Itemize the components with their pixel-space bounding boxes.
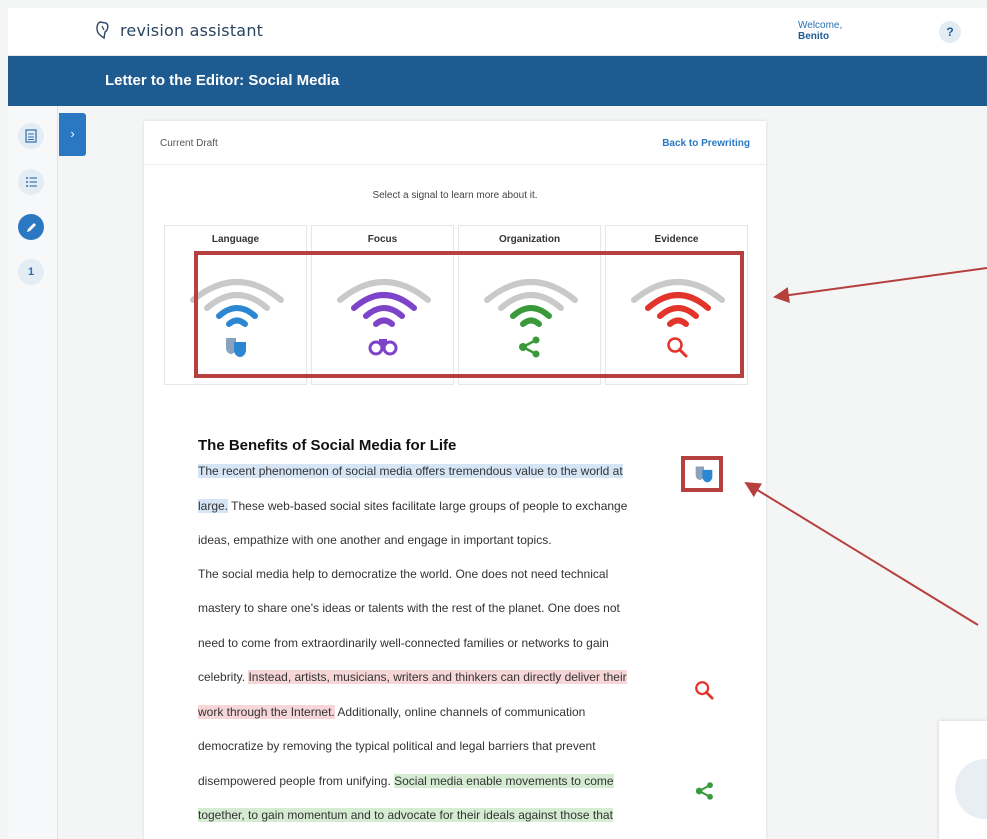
popover-avatar [955,759,987,819]
feedback-popover-partial[interactable] [939,721,987,839]
callout-arrows [744,267,987,626]
